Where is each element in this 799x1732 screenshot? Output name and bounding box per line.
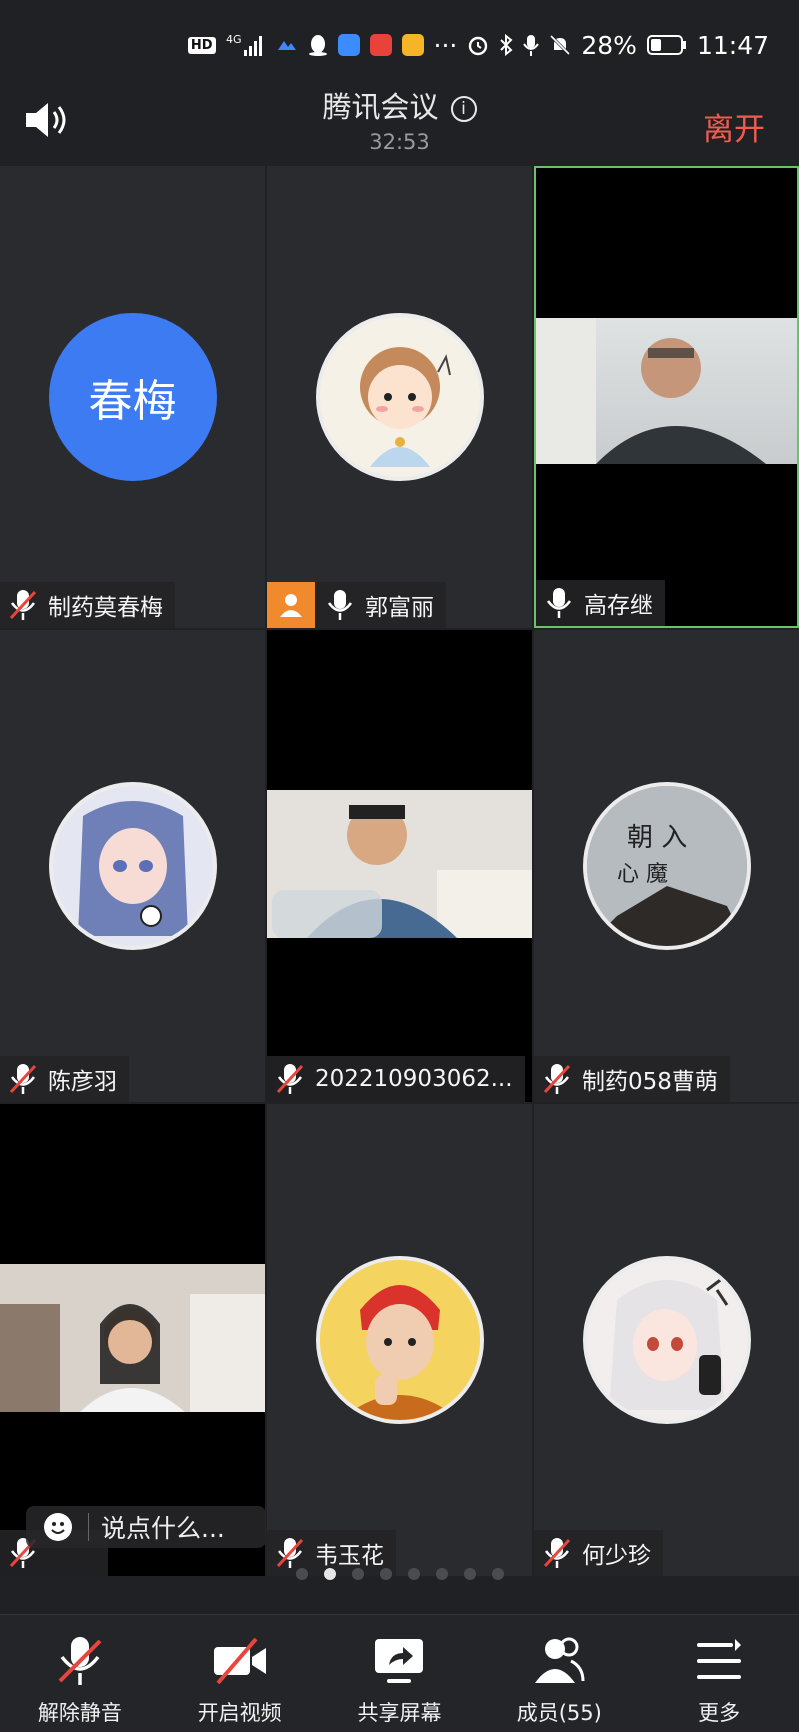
avatar: [48, 782, 217, 950]
mic-muted-icon: [543, 1064, 571, 1094]
chat-input[interactable]: 说点什么...: [26, 1506, 266, 1548]
cloud-app-icon: [337, 34, 360, 56]
page-dot[interactable]: [463, 1568, 476, 1580]
leave-button[interactable]: 离开: [703, 104, 765, 149]
svg-text:4G: 4G: [226, 33, 242, 46]
mic-muted-icon: [276, 1538, 304, 1568]
page-dot[interactable]: [295, 1568, 308, 1580]
participant-name: 郭富丽: [365, 595, 434, 621]
participant-namebar: 郭富丽: [267, 582, 446, 628]
meeting-title[interactable]: 腾讯会议 i: [0, 84, 799, 126]
bluetooth-icon: [499, 34, 513, 56]
page-dot[interactable]: [407, 1568, 420, 1580]
meeting-toolbar: 解除静音 开启视频 共享屏幕 成员(55) 更多: [0, 1614, 799, 1732]
participant-tile[interactable]: 春梅 制药莫春梅: [0, 166, 265, 628]
avatar: 朝 入心 魔: [582, 782, 751, 950]
mic-muted-icon: [58, 1637, 102, 1685]
camera-off-icon: [213, 1637, 266, 1685]
more-notifications: ···: [433, 30, 458, 60]
page-dot[interactable]: [351, 1568, 364, 1580]
battery-icon: [646, 34, 687, 56]
members-label: 成员(55): [516, 1701, 602, 1725]
page-indicator[interactable]: [0, 1568, 799, 1580]
share-screen-button[interactable]: 共享屏幕: [329, 1615, 469, 1727]
participant-namebar: 202210903062...: [267, 1056, 525, 1102]
app-icon: [276, 38, 298, 52]
participant-namebar: 陈彦羽: [0, 1056, 129, 1102]
video-feed: [267, 790, 532, 938]
menu-icon: [697, 1639, 742, 1679]
video-feed: [0, 1264, 265, 1412]
participant-grid: 春梅 制药莫春梅 郭富丽 高存继 陈彦羽 202210903062... 朝 入…: [0, 166, 799, 1576]
mic-muted-icon: [9, 590, 37, 620]
avatar: [315, 1256, 484, 1424]
alarm-icon: [467, 34, 489, 56]
participant-name: 何少珍: [582, 1543, 651, 1569]
participant-name: 202210903062...: [315, 1066, 513, 1092]
video-feed: [536, 318, 797, 464]
participant-name: 陈彦羽: [48, 1069, 117, 1095]
page-dot[interactable]: [435, 1568, 448, 1580]
members-button[interactable]: 成员(55): [489, 1615, 629, 1727]
mic-icon: [546, 588, 572, 618]
svg-text:心 魔: 心 魔: [617, 862, 668, 887]
red-app-icon: [369, 34, 392, 56]
info-icon[interactable]: i: [450, 96, 477, 122]
meeting-header: 腾讯会议 i 32:53 离开: [0, 70, 799, 162]
start-video-button[interactable]: 开启视频: [170, 1615, 310, 1727]
meeting-timer: 32:53: [369, 130, 430, 154]
mic-muted-icon: [276, 1064, 304, 1094]
share-screen-icon: [375, 1639, 424, 1683]
svg-text:朝 入: 朝 入: [627, 823, 687, 853]
more-label: 更多: [698, 1701, 741, 1725]
silent-bell-icon: [549, 34, 571, 56]
participant-namebar: 制药莫春梅: [0, 582, 175, 628]
unmute-button[interactable]: 解除静音: [10, 1615, 150, 1727]
page-dot[interactable]: [491, 1568, 504, 1580]
screen-share-badge: [267, 582, 315, 628]
participant-tile[interactable]: 陈彦羽: [0, 630, 265, 1102]
avatar: 春梅: [48, 313, 217, 481]
participant-tile[interactable]: 朝 入心 魔 制药058曹萌: [534, 630, 799, 1102]
share-screen-label: 共享屏幕: [357, 1701, 442, 1725]
clock: 11:47: [696, 30, 769, 60]
emoji-icon[interactable]: [44, 1513, 72, 1541]
signal-icon: 4G: [226, 32, 266, 58]
yellow-app-icon: [401, 34, 424, 56]
person-icon: [280, 594, 302, 617]
battery-percent: 28%: [581, 30, 637, 60]
participant-tile[interactable]: 202210903062...: [267, 630, 532, 1102]
mic-muted-icon: [9, 1064, 37, 1094]
chat-placeholder: 说点什么...: [101, 1514, 225, 1543]
avatar: [582, 1256, 751, 1424]
participant-name: 制药莫春梅: [48, 595, 163, 621]
chat-divider: [88, 1513, 89, 1541]
participant-name: 制药058曹萌: [582, 1069, 718, 1095]
participant-tile[interactable]: 郭富丽: [267, 166, 532, 628]
members-icon: [535, 1637, 585, 1683]
qq-icon: [308, 33, 328, 57]
hd-icon: HD: [187, 36, 216, 54]
avatar: [315, 313, 484, 481]
start-video-label: 开启视频: [197, 1701, 282, 1725]
participant-name: 韦玉花: [315, 1543, 384, 1569]
more-button[interactable]: 更多: [649, 1615, 789, 1727]
unmute-label: 解除静音: [37, 1701, 122, 1725]
participant-tile[interactable]: 韦玉花: [267, 1104, 532, 1576]
participant-tile[interactable]: 高存继: [534, 166, 799, 628]
mic-icon: [327, 590, 353, 620]
mic-status-icon: [523, 33, 540, 57]
mic-muted-icon: [543, 1538, 571, 1568]
meeting-title-text: 腾讯会议: [322, 90, 439, 124]
page-dot[interactable]: [379, 1568, 392, 1580]
participant-namebar: 高存继: [536, 580, 665, 626]
participant-tile[interactable]: 何少珍: [534, 1104, 799, 1576]
participant-namebar: 制药058曹萌: [534, 1056, 730, 1102]
page-dot-current[interactable]: [323, 1568, 336, 1580]
participant-name: 高存继: [584, 593, 653, 619]
